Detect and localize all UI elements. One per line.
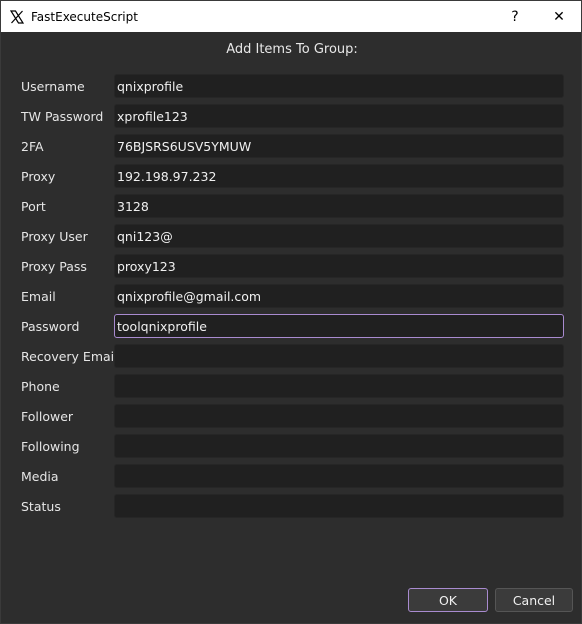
field-input-port[interactable]: [114, 194, 564, 218]
field-input-media[interactable]: [114, 464, 564, 488]
dialog-heading: Add Items To Group:: [226, 42, 358, 57]
field-row-tw-password: TW Password: [1, 104, 582, 130]
field-input-2fa[interactable]: [114, 134, 564, 158]
field-row-proxy: Proxy: [1, 164, 582, 190]
title-controls: ? ✕: [493, 1, 581, 32]
field-input-password[interactable]: [114, 314, 564, 338]
field-row-follower: Follower: [1, 404, 582, 430]
field-row-media: Media: [1, 464, 582, 490]
field-input-proxy-pass[interactable]: [114, 254, 564, 278]
field-row-following: Following: [1, 434, 582, 460]
help-button[interactable]: ?: [493, 1, 537, 32]
field-row-port: Port: [1, 194, 582, 220]
cancel-button[interactable]: Cancel: [495, 588, 573, 612]
field-label-proxy-pass: Proxy Pass: [21, 259, 87, 274]
field-label-password: Password: [21, 319, 80, 334]
window-title: FastExecuteScript: [31, 9, 138, 24]
field-label-follower: Follower: [21, 409, 74, 424]
field-label-email: Email: [21, 289, 56, 304]
field-label-media: Media: [21, 469, 59, 484]
field-label-proxy-user: Proxy User: [21, 229, 88, 244]
dialog-window: FastExecuteScript ? ✕ Add Items To Group…: [0, 0, 582, 624]
field-input-recovery-email[interactable]: [114, 344, 564, 368]
field-label-recovery-email: Recovery Email: [21, 349, 118, 364]
field-row-username: Username: [1, 74, 582, 100]
close-icon: ✕: [553, 8, 565, 25]
field-row-email: Email: [1, 284, 582, 310]
field-label-port: Port: [21, 199, 46, 214]
field-input-phone[interactable]: [114, 374, 564, 398]
ok-button[interactable]: OK: [408, 588, 488, 612]
field-input-tw-password[interactable]: [114, 104, 564, 128]
close-button[interactable]: ✕: [537, 1, 581, 32]
field-row-proxy-pass: Proxy Pass: [1, 254, 582, 280]
field-input-email[interactable]: [114, 284, 564, 308]
field-label-proxy: Proxy: [21, 169, 56, 184]
field-row-proxy-user: Proxy User: [1, 224, 582, 250]
field-label-phone: Phone: [21, 379, 60, 394]
field-input-following[interactable]: [114, 434, 564, 458]
field-input-follower[interactable]: [114, 404, 564, 428]
field-row-recovery-email: Recovery Email: [1, 344, 582, 370]
field-label-username: Username: [21, 79, 85, 94]
field-label-following: Following: [21, 439, 80, 454]
field-input-status[interactable]: [114, 494, 564, 518]
field-row-password: Password: [1, 314, 582, 340]
title-bar: FastExecuteScript ? ✕: [1, 1, 581, 32]
field-input-username[interactable]: [114, 74, 564, 98]
field-row-status: Status: [1, 494, 582, 520]
field-label-status: Status: [21, 499, 61, 514]
field-input-proxy[interactable]: [114, 164, 564, 188]
field-row-2fa: 2FA: [1, 134, 582, 160]
field-label-tw-password: TW Password: [21, 109, 104, 124]
x-logo-icon: [9, 9, 25, 25]
field-row-phone: Phone: [1, 374, 582, 400]
field-label-2fa: 2FA: [21, 139, 44, 154]
field-input-proxy-user[interactable]: [114, 224, 564, 248]
